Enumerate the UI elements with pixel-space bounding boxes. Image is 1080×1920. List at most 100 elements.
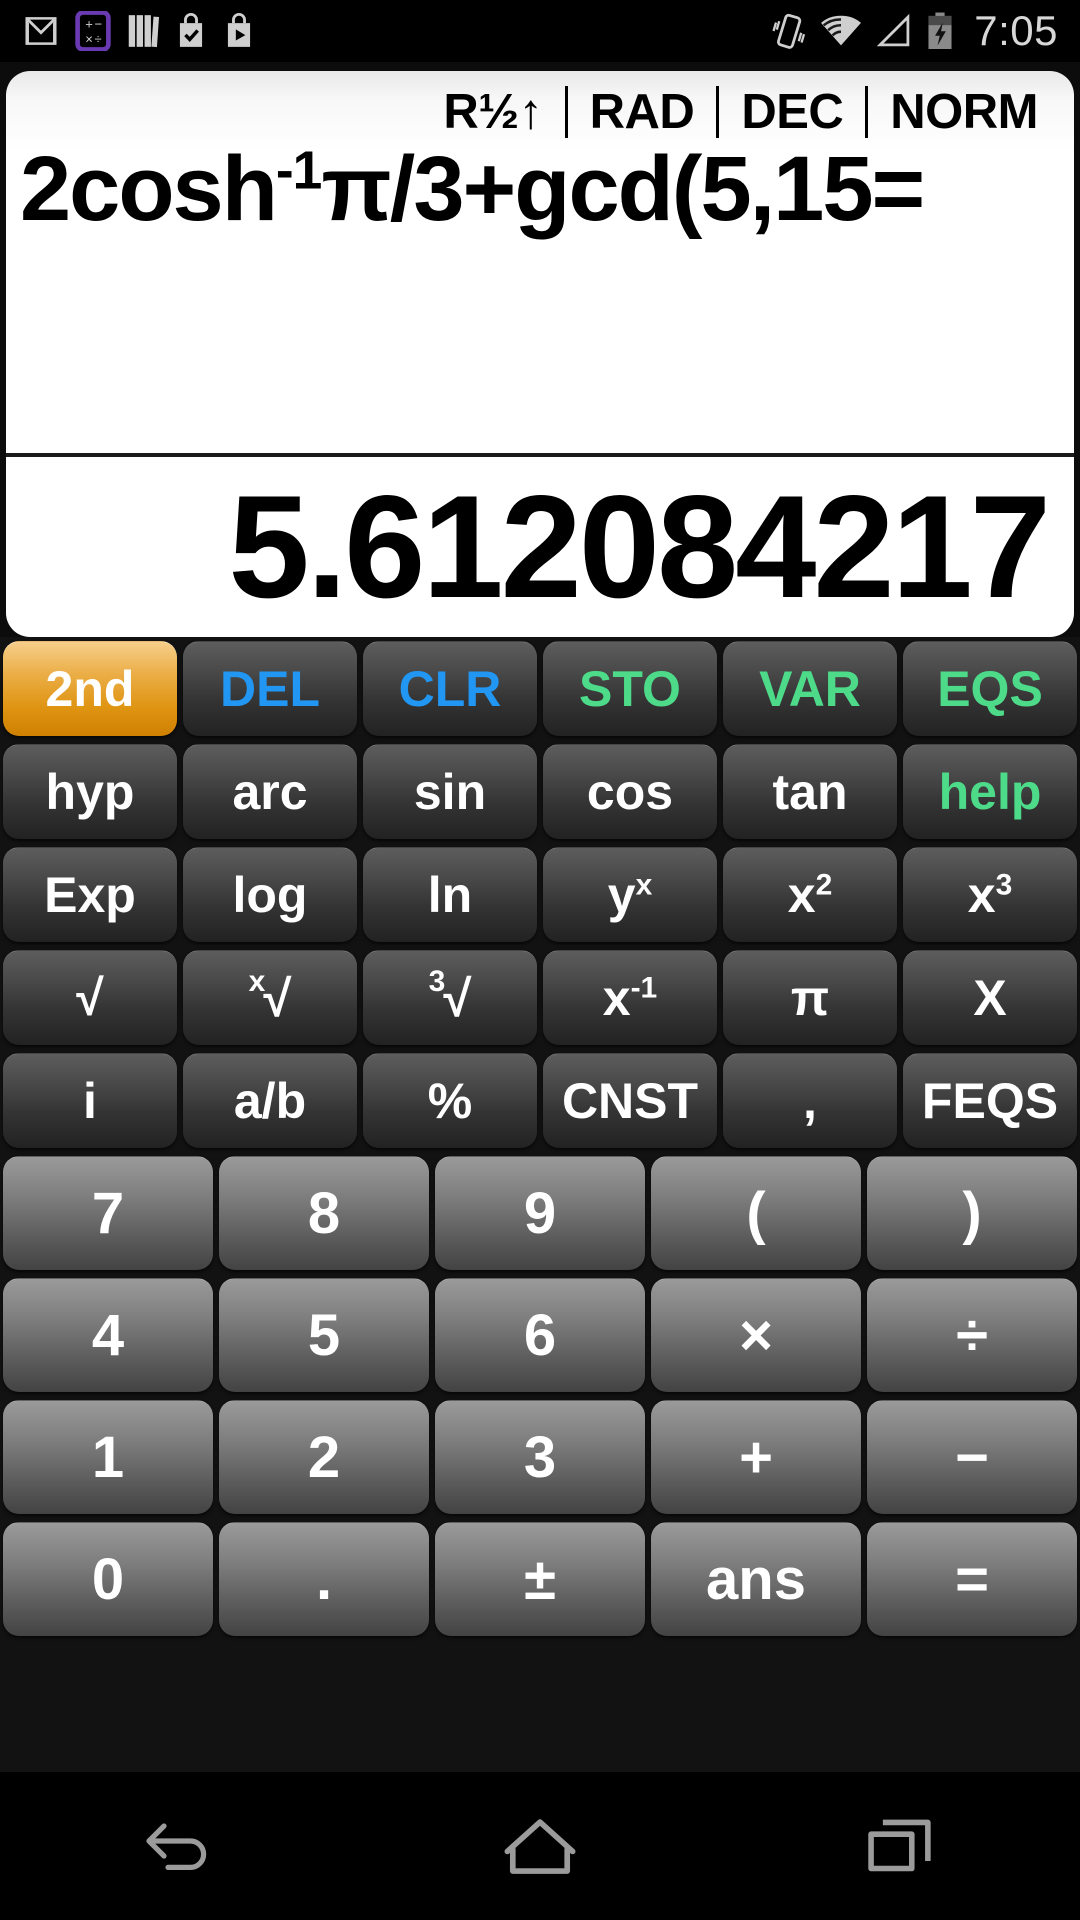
key-sym-5-3[interactable]: ( <box>651 1156 861 1270</box>
key-1[interactable]: 1 <box>3 1400 213 1514</box>
key-2nd[interactable]: 2nd <box>3 641 177 736</box>
key-main: x <box>602 970 631 1026</box>
android-status-bar: + − × ÷ 7:05 <box>0 0 1080 62</box>
key-sym-6-4[interactable]: ÷ <box>867 1278 1077 1392</box>
recents-icon <box>868 1819 931 1872</box>
key-label: , <box>803 1076 817 1126</box>
key-label: arc <box>232 767 307 817</box>
key-4[interactable]: 4 <box>3 1278 213 1392</box>
key-main: . <box>315 1546 333 1612</box>
key-sym-6-3[interactable]: × <box>651 1278 861 1392</box>
keypad-row: √ x√ 3√ x-1 π X <box>0 946 1080 1049</box>
key-ans[interactable]: ans <box>651 1522 861 1636</box>
key-ln[interactable]: ln <box>363 847 537 942</box>
key-sym-7-3[interactable]: + <box>651 1400 861 1514</box>
key-sym-8-2[interactable]: ± <box>435 1522 645 1636</box>
nav-home-button[interactable] <box>465 1796 615 1896</box>
key-label: FEQS <box>922 1076 1058 1126</box>
key-arc[interactable]: arc <box>183 744 357 839</box>
key-main: ) <box>962 1180 982 1246</box>
key-8[interactable]: 8 <box>219 1156 429 1270</box>
key-main: help <box>938 764 1042 820</box>
status-bar-notification-icons: + − × ÷ <box>0 11 256 51</box>
key-tan[interactable]: tan <box>723 744 897 839</box>
key-main: √ <box>263 969 292 1027</box>
key-3[interactable]: 3√ <box>363 950 537 1045</box>
key-main: ln <box>427 867 473 923</box>
key-label: = <box>955 1550 989 1609</box>
key-3[interactable]: 3 <box>435 1400 645 1514</box>
key-var[interactable]: VAR <box>723 641 897 736</box>
keypad-row: hyp arc sin cos tan help <box>0 740 1080 843</box>
key-main: Exp <box>44 867 136 923</box>
key-sym-3-0[interactable]: √ <box>3 950 177 1045</box>
key-main: tan <box>772 764 848 820</box>
key-2[interactable]: 2 <box>219 1400 429 1514</box>
key-sym-3-4[interactable]: π <box>723 950 897 1045</box>
key-del[interactable]: DEL <box>183 641 357 736</box>
key-sto[interactable]: STO <box>543 641 717 736</box>
key-label: VAR <box>759 664 861 714</box>
key-i[interactable]: i <box>3 1053 177 1148</box>
key-main: hyp <box>45 764 135 820</box>
key-x3[interactable]: x3 <box>903 847 1077 942</box>
key-sin[interactable]: sin <box>363 744 537 839</box>
keypad-row: i a/b% CNST, FEQS <box>0 1049 1080 1152</box>
key-cos[interactable]: cos <box>543 744 717 839</box>
expression-area[interactable]: 2cosh-1π/3+gcd(5,15= <box>6 147 1074 453</box>
key-x[interactable]: x√ <box>183 950 357 1045</box>
key-cnst[interactable]: CNST <box>543 1053 717 1148</box>
key-log[interactable]: log <box>183 847 357 942</box>
key-label: ÷ <box>956 1306 988 1365</box>
result-area[interactable]: 5.612084217 <box>6 457 1074 637</box>
key-x[interactable]: X <box>903 950 1077 1045</box>
key-sym-4-4[interactable]: , <box>723 1053 897 1148</box>
keypad-row: 2nd DEL CLR STO VAR EQS <box>0 637 1080 740</box>
key-main: CLR <box>398 661 502 717</box>
key-sym-8-4[interactable]: = <box>867 1522 1077 1636</box>
key-main: 4 <box>91 1302 125 1368</box>
key-9[interactable]: 9 <box>435 1156 645 1270</box>
key-label: tan <box>773 767 848 817</box>
key-sym-4-2[interactable]: % <box>363 1053 537 1148</box>
nav-back-button[interactable] <box>105 1796 255 1896</box>
indicator-base-mode[interactable]: DEC <box>719 87 865 137</box>
key-label: 0 <box>92 1550 124 1609</box>
key-feqs[interactable]: FEQS <box>903 1053 1077 1148</box>
key-main: 8 <box>307 1180 341 1246</box>
key-ab[interactable]: a/b <box>183 1053 357 1148</box>
key-main: 1 <box>91 1424 125 1490</box>
calculator-display[interactable]: R½↑ RAD DEC NORM 2cosh-1π/3+gcd(5,15= 5.… <box>6 71 1074 637</box>
key-exp[interactable]: Exp <box>3 847 177 942</box>
key-yx[interactable]: yx <box>543 847 717 942</box>
key-help[interactable]: help <box>903 744 1077 839</box>
key-5[interactable]: 5 <box>219 1278 429 1392</box>
key-x1[interactable]: x-1 <box>543 950 717 1045</box>
key-label: hyp <box>46 767 135 817</box>
key-label: DEL <box>220 664 320 714</box>
key-clr[interactable]: CLR <box>363 641 537 736</box>
key-x2[interactable]: x2 <box>723 847 897 942</box>
indicator-rounding[interactable]: R½↑ <box>421 87 564 137</box>
key-sym-8-1[interactable]: . <box>219 1522 429 1636</box>
keypad-row: 0. ± ans = <box>0 1518 1080 1640</box>
expression-superscript: -1 <box>275 147 322 201</box>
indicator-angle-mode[interactable]: RAD <box>568 87 717 137</box>
key-label: CNST <box>562 1076 698 1126</box>
key-superscript: 2 <box>815 868 833 902</box>
key-label: ± <box>524 1550 556 1609</box>
key-hyp[interactable]: hyp <box>3 744 177 839</box>
key-7[interactable]: 7 <box>3 1156 213 1270</box>
indicator-notation-mode[interactable]: NORM <box>868 87 1060 137</box>
svg-text:×: × <box>85 31 93 46</box>
cell-signal-icon <box>876 13 910 47</box>
key-sym-5-4[interactable]: ) <box>867 1156 1077 1270</box>
key-0[interactable]: 0 <box>3 1522 213 1636</box>
key-label: x√ <box>249 967 292 1027</box>
key-label: 8 <box>308 1184 340 1243</box>
key-6[interactable]: 6 <box>435 1278 645 1392</box>
key-eqs[interactable]: EQS <box>903 641 1077 736</box>
key-sym-7-4[interactable]: − <box>867 1400 1077 1514</box>
nav-recents-button[interactable] <box>825 1796 975 1896</box>
key-main: FEQS <box>921 1073 1059 1129</box>
